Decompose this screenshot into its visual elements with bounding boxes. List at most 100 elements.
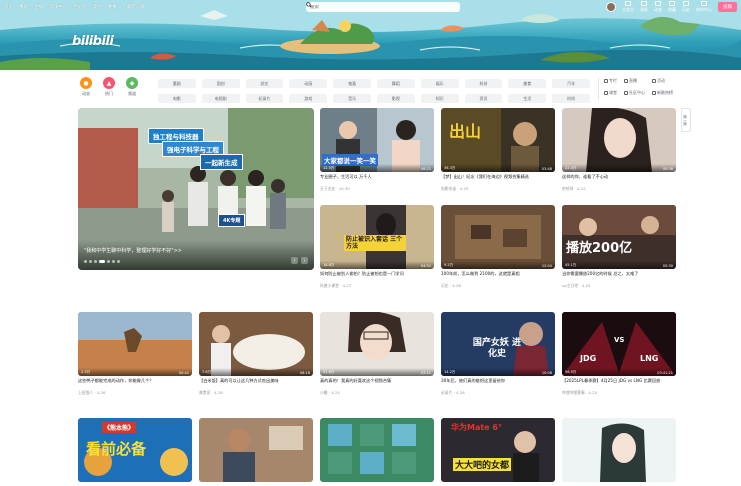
video-thumbnail[interactable]: 华为Mate 6° 大大吧的女都 xyxy=(441,418,555,482)
nav-item-download[interactable]: 下载客户端 xyxy=(123,4,146,10)
video-author[interactable]: 哈哈咪 · 4-25 xyxy=(562,186,676,192)
video-thumbnail[interactable]: JDG VS LNG 56.9万 03:41:21 xyxy=(562,312,676,376)
extra-link-course[interactable]: 课堂 xyxy=(604,90,617,96)
video-thumbnail[interactable]: 国产女妖 进化史 14.2万 10:08 xyxy=(441,312,555,376)
extra-link-live[interactable]: 直播 xyxy=(624,78,645,84)
video-title[interactable]: 如何防止被别人偷拍？防止被拍也是一门学问 xyxy=(320,271,434,282)
carousel-dot-active[interactable] xyxy=(99,260,105,263)
channel-item[interactable]: 知识 xyxy=(420,94,459,103)
video-card[interactable]: 防止被识入套话 三个方法 18.8万 04:52 如何防止被别人偷拍？防止被拍也是… xyxy=(320,205,434,289)
video-card[interactable]: 播放200亿 45.1万 05:30 当你需要播放200亿的时候 总之，太难了 u… xyxy=(562,205,676,289)
video-card[interactable]: 2.3万 00:42 这些鸭子都能完成的动作，你能做几个？ 上班猫人 · 4-26 xyxy=(78,312,192,396)
channel-item[interactable]: 纪录片 xyxy=(245,94,284,103)
video-card[interactable]: 22.4万 00:36 这样的你，谁看了不心动 哈哈咪 · 4-25 xyxy=(562,108,676,192)
channel-item[interactable]: 鬼畜 xyxy=(333,79,371,88)
video-thumbnail[interactable]: 播放200亿 45.1万 05:30 xyxy=(562,205,676,269)
video-thumbnail[interactable]: 2.3万 00:42 xyxy=(78,312,192,376)
nav-item-anime[interactable]: 番剧 xyxy=(19,4,28,10)
video-card[interactable]: 大家都说一笑一笑 12.5万 08:21 专业圈子，生活可以 万千人 天下文史 ·… xyxy=(320,108,434,192)
carousel-dot[interactable] xyxy=(84,260,87,263)
carousel-next-button[interactable]: › xyxy=(301,257,308,264)
video-card[interactable]: 国产女妖 进化史 14.2万 10:08 30年后，她们真的能把这里留给你 纪录片… xyxy=(441,312,555,396)
extra-link-community[interactable]: 社区中心 xyxy=(624,90,645,96)
video-author[interactable]: 美食家 · 4-26 xyxy=(199,390,313,396)
carousel-dot[interactable] xyxy=(112,260,115,263)
carousel-caption[interactable]: "我和中学生聊中科学，整理好学好不好">> xyxy=(84,247,182,254)
nav-item-home[interactable]: 首页 xyxy=(4,4,13,10)
video-thumbnail[interactable]: 防止被识入套话 三个方法 18.8万 04:52 xyxy=(320,205,434,269)
nav-item-vip[interactable]: 大会员 xyxy=(622,1,634,13)
video-thumbnail[interactable]: 出山 36.3万 03:48 xyxy=(441,108,555,172)
video-author[interactable]: 电影杂谈 · 4-25 xyxy=(441,186,555,192)
video-thumbnail[interactable]: 大家都说一笑一笑 12.5万 08:21 xyxy=(320,108,434,172)
video-card[interactable]: 华为Mate 6° 大大吧的女都 xyxy=(441,418,555,482)
search-input[interactable] xyxy=(310,4,430,10)
channel-item[interactable]: 汽车 xyxy=(552,79,590,88)
carousel-dot[interactable] xyxy=(94,260,97,263)
video-thumbnail[interactable]: 7.8万 06:18 xyxy=(199,312,313,376)
nav-item-game-center[interactable]: 游戏中心 xyxy=(49,4,67,10)
extra-link-activity[interactable]: 活动 xyxy=(652,78,673,84)
channel-item[interactable]: 番剧 xyxy=(158,79,196,88)
nav-item-favorites[interactable]: 收藏 xyxy=(668,1,676,13)
video-card[interactable]: 31.6万 03:11 真的真的！我真的好喜欢这个视频合集 沙雕 · 4-25 xyxy=(320,312,434,396)
extra-link-music[interactable]: 新歌热榜 xyxy=(652,90,673,96)
video-thumbnail[interactable] xyxy=(199,418,313,482)
video-card[interactable]: 出山 36.3万 03:48 【梦】出山！纪念《我们在海边》视频合集精选 电影杂谈… xyxy=(441,108,555,192)
bilibili-logo[interactable]: bilibili xyxy=(72,34,114,49)
quick-link-dynamics[interactable]: ● 动态 xyxy=(80,77,92,97)
video-title[interactable]: 真的真的！我真的好喜欢这个视频合集 xyxy=(320,378,434,389)
channel-item[interactable]: 生活 xyxy=(508,94,547,103)
nav-item-manga[interactable]: 漫画 xyxy=(93,4,102,10)
nav-item-messages[interactable]: 消息 xyxy=(640,1,648,13)
video-title[interactable]: 100年前，怎么做到 2100的，这就是真相 xyxy=(441,271,555,282)
upload-button[interactable]: 投稿 xyxy=(718,2,737,12)
video-title[interactable]: 【2025LPL春季赛】4月25日 JDG vs LNG 比赛回放 xyxy=(562,378,676,389)
channel-item[interactable]: 时尚 xyxy=(552,94,590,103)
channel-item[interactable]: 影视 xyxy=(376,94,415,103)
channel-item[interactable]: 舞蹈 xyxy=(376,79,415,88)
carousel-prev-button[interactable]: ‹ xyxy=(291,257,298,264)
video-card[interactable]: 《熊本熊》 看前必备 xyxy=(78,418,192,482)
channel-item[interactable]: 电影 xyxy=(158,94,196,103)
carousel-dot[interactable] xyxy=(107,260,110,263)
video-title[interactable]: 【梦】出山！纪念《我们在海边》视频合集精选 xyxy=(441,174,555,185)
video-thumbnail[interactable] xyxy=(320,418,434,482)
nav-item-history[interactable]: 历史 xyxy=(682,1,690,13)
carousel-dot[interactable] xyxy=(117,260,120,263)
video-thumbnail[interactable]: 31.6万 03:11 xyxy=(320,312,434,376)
channel-item[interactable]: 游戏 xyxy=(289,94,328,103)
search-icon[interactable] xyxy=(306,2,312,8)
video-author[interactable]: 天下文史 · 10-30 xyxy=(320,186,434,192)
video-title[interactable]: 30年后，她们真的能把这里留给你 xyxy=(441,378,555,389)
video-card[interactable]: 9.2万 12:04 100年前，怎么做到 2100的，这就是真相 历史 · 4-… xyxy=(441,205,555,289)
channel-item[interactable]: 科技 xyxy=(464,79,503,88)
channel-item[interactable]: 音乐 xyxy=(333,94,371,103)
nav-item-live[interactable]: 直播 xyxy=(34,4,43,10)
carousel-dot[interactable] xyxy=(89,260,92,263)
extra-link-column[interactable]: 专栏 xyxy=(604,78,617,84)
nav-item-creator[interactable]: 创作中心 xyxy=(696,1,712,13)
channel-item[interactable]: 电视剧 xyxy=(201,94,240,103)
video-card[interactable] xyxy=(562,418,676,482)
video-thumbnail[interactable] xyxy=(562,418,676,482)
video-title[interactable]: 这些鸭子都能完成的动作，你能做几个？ xyxy=(78,378,192,389)
channel-item[interactable]: 娱乐 xyxy=(420,79,459,88)
channel-item[interactable]: 动画 xyxy=(289,79,328,88)
video-thumbnail[interactable]: 9.2万 12:04 xyxy=(441,205,555,269)
video-author[interactable]: 哔哩哔哩赛事 · 4-25 xyxy=(562,390,676,396)
video-author[interactable]: 沙雕 · 4-25 xyxy=(320,390,434,396)
video-card[interactable] xyxy=(199,418,313,482)
video-author[interactable]: 纪录片 · 4-26 xyxy=(441,390,555,396)
video-author[interactable]: up主日常 · 4-25 xyxy=(562,283,676,289)
video-title[interactable]: 【白米饭】真的可以让这几种方式吃出美味 xyxy=(199,378,313,389)
quick-link-channel[interactable]: ◆ 频道 xyxy=(126,77,138,97)
featured-carousel[interactable]: 独工程与科技器 强电子科学与工程 一起新生成 4K专题 "我和中学生聊中科学，整… xyxy=(78,108,314,270)
nav-item-dynamics[interactable]: 动态 xyxy=(654,1,662,13)
channel-item[interactable]: 美食 xyxy=(508,79,547,88)
nav-item-mall[interactable]: 会员购 xyxy=(73,4,87,10)
video-thumbnail[interactable]: 《熊本熊》 看前必备 xyxy=(78,418,192,482)
video-title[interactable]: 专业圈子，生活可以 万千人 xyxy=(320,174,434,185)
video-card[interactable]: 7.8万 06:18 【白米饭】真的可以让这几种方式吃出美味 美食家 · 4-26 xyxy=(199,312,313,396)
nav-item-esports[interactable]: 赛事 xyxy=(108,4,117,10)
